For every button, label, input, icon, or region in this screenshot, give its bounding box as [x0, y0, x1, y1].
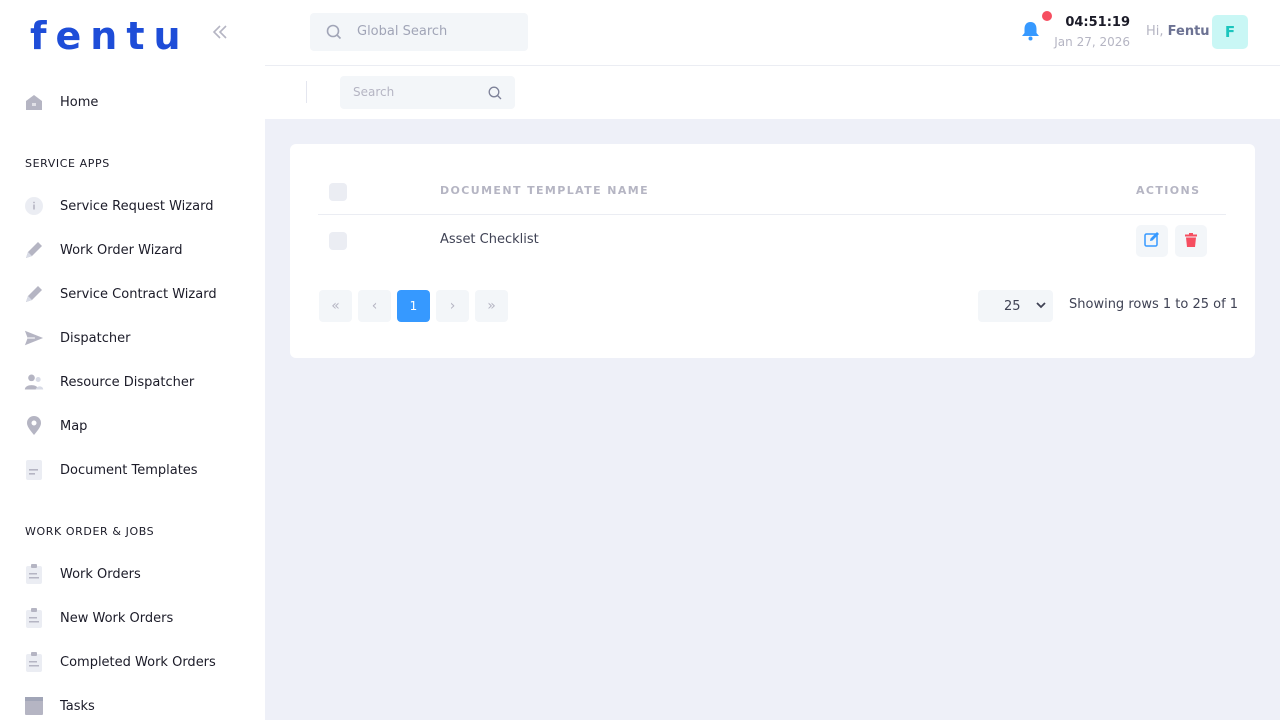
sidebar-item-label: Service Contract Wizard: [60, 286, 217, 302]
users-icon: [24, 372, 44, 392]
search-icon: [326, 24, 342, 44]
clock-date: Jan 27, 2026: [1054, 35, 1130, 49]
sidebar-item-work-orders[interactable]: Work Orders: [0, 556, 265, 592]
sidebar: fentu Home SERVICE APPS Service Request …: [0, 0, 265, 720]
edit-icon: [1144, 231, 1160, 251]
sidebar-item-tasks[interactable]: Tasks: [0, 688, 265, 720]
info-icon: [24, 196, 44, 216]
template-name-cell[interactable]: Asset Checklist: [440, 232, 539, 247]
top-header: Global Search 04:51:19 Jan 27, 2026 Hi, …: [265, 0, 1280, 66]
rows-per-page-value: 25: [1004, 298, 1021, 314]
pagination-last[interactable]: »: [475, 290, 508, 322]
notification-badge: [1042, 11, 1052, 21]
clipboard-icon: [24, 652, 44, 672]
sidebar-item-label: Resource Dispatcher: [60, 374, 195, 390]
table-search-placeholder: Search: [353, 85, 395, 99]
send-icon: [24, 328, 44, 348]
home-icon: [24, 92, 44, 112]
sidebar-item-label: Work Orders: [60, 566, 141, 582]
sidebar-item-work-order-wizard[interactable]: Work Order Wizard: [0, 232, 265, 268]
sidebar-item-label: Map: [60, 418, 88, 434]
table-search-input[interactable]: Search: [340, 76, 515, 109]
pencil-icon: [24, 240, 44, 260]
sidebar-item-label: Dispatcher: [60, 330, 131, 346]
section-title-work-order-jobs: WORK ORDER & JOBS: [25, 525, 155, 538]
pagination-prev[interactable]: ‹: [358, 290, 391, 322]
chevron-down-icon: [1035, 299, 1047, 315]
column-header-actions: ACTIONS: [1136, 184, 1201, 197]
sidebar-item-label: Tasks: [60, 698, 95, 714]
user-greeting[interactable]: Hi, Fentu: [1146, 24, 1210, 39]
sidebar-item-document-templates[interactable]: Document Templates: [0, 452, 265, 488]
clock-time: 04:51:19: [1065, 15, 1130, 30]
select-all-checkbox[interactable]: [329, 183, 347, 201]
clipboard-icon: [24, 564, 44, 584]
search-icon: [488, 85, 502, 104]
sidebar-item-map[interactable]: Map: [0, 408, 265, 444]
section-title-service-apps: SERVICE APPS: [25, 157, 110, 170]
sidebar-item-new-work-orders[interactable]: New Work Orders: [0, 600, 265, 636]
global-search-placeholder: Global Search: [357, 24, 448, 39]
subheader-toolbar: Search: [265, 66, 1280, 119]
pencil-icon: [24, 284, 44, 304]
pagination-summary: Showing rows 1 to 25 of 1: [1069, 297, 1239, 312]
delete-button[interactable]: [1175, 225, 1207, 257]
sidebar-item-label: Completed Work Orders: [60, 654, 216, 670]
divider: [306, 81, 307, 103]
double-chevron-left-icon[interactable]: [210, 22, 234, 44]
avatar[interactable]: F: [1212, 15, 1248, 49]
sidebar-item-resource-dispatcher[interactable]: Resource Dispatcher: [0, 364, 265, 400]
global-search-input[interactable]: Global Search: [310, 13, 528, 51]
sidebar-item-dispatcher[interactable]: Dispatcher: [0, 320, 265, 356]
brand-logo[interactable]: fentu: [30, 14, 190, 58]
sidebar-item-home[interactable]: Home: [0, 84, 265, 120]
trash-icon: [1185, 232, 1197, 251]
document-icon: [24, 460, 44, 480]
sidebar-item-label: Home: [60, 94, 99, 110]
sidebar-item-service-request-wizard[interactable]: Service Request Wizard: [0, 188, 265, 224]
header-divider: [318, 214, 1226, 215]
sidebar-item-completed-work-orders[interactable]: Completed Work Orders: [0, 644, 265, 680]
sidebar-item-label: Work Order Wizard: [60, 242, 183, 258]
sidebar-item-label: Service Request Wizard: [60, 198, 214, 214]
pagination-next[interactable]: ›: [436, 290, 469, 322]
sidebar-item-label: Document Templates: [60, 462, 198, 478]
document-templates-card: DOCUMENT TEMPLATE NAME ACTIONS Asset Che…: [290, 144, 1255, 358]
box-icon: [24, 696, 44, 716]
sidebar-item-service-contract-wizard[interactable]: Service Contract Wizard: [0, 276, 265, 312]
pagination-first[interactable]: «: [319, 290, 352, 322]
bell-icon[interactable]: [1021, 21, 1040, 45]
edit-button[interactable]: [1136, 225, 1168, 257]
rows-per-page-select[interactable]: 25: [978, 290, 1053, 322]
user-name: Fentu: [1167, 24, 1210, 39]
map-pin-icon: [24, 416, 44, 436]
row-checkbox[interactable]: [329, 232, 347, 250]
clipboard-icon: [24, 608, 44, 628]
pagination-page-1[interactable]: 1: [397, 290, 430, 322]
column-header-name[interactable]: DOCUMENT TEMPLATE NAME: [440, 184, 649, 197]
greeting-text: Hi,: [1146, 24, 1164, 39]
sidebar-item-label: New Work Orders: [60, 610, 174, 626]
